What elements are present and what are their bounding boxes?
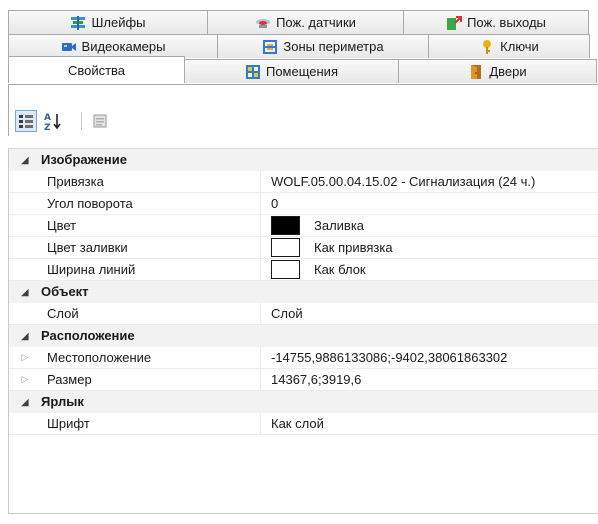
tab-fire-sensors[interactable]: Пож. датчики (207, 10, 404, 34)
collapse-triangle-icon[interactable]: ◢ (9, 397, 41, 408)
property-grid: ◢ Изображение Привязка WOLF.05.00.04.15.… (8, 148, 598, 514)
color-swatch (271, 216, 300, 235)
property-name: Слой (41, 302, 261, 325)
loops-icon (71, 15, 86, 30)
property-row-line-width[interactable]: Ширина линий Как блок (9, 258, 598, 281)
property-value[interactable]: Заливка (261, 215, 364, 237)
property-name: Привязка (41, 170, 261, 193)
tab-label: Ключи (500, 39, 539, 54)
property-row-color[interactable]: Цвет Заливка (9, 214, 598, 237)
tab-label: Пож. выходы (467, 15, 546, 30)
tab-keys[interactable]: Ключи (428, 34, 590, 58)
svg-text:A: A (44, 113, 51, 123)
property-value[interactable]: Слой (261, 303, 303, 325)
property-name: Цвет заливки (41, 236, 261, 259)
tab-row-2: Видеокамеры Зоны периметра Ключи (8, 34, 590, 58)
property-name: Цвет (41, 214, 261, 237)
property-row-position[interactable]: ▷ Местоположение -14755,9886133086;-9402… (9, 346, 598, 369)
tab-label: Зоны периметра (283, 39, 384, 54)
property-pages-icon (93, 114, 107, 128)
category-object[interactable]: ◢ Объект (9, 281, 598, 303)
key-icon (483, 39, 492, 54)
fire-sensor-icon (256, 18, 271, 28)
camera-icon (61, 42, 76, 51)
category-title: Расположение (41, 328, 135, 343)
tab-rooms[interactable]: Помещения (184, 59, 399, 83)
collapse-triangle-icon[interactable]: ◢ (9, 287, 41, 298)
property-value[interactable]: -14755,9886133086;-9402,38061863302 (261, 347, 507, 369)
property-value[interactable]: WOLF.05.00.04.15.02 - Сигнализация (24 ч… (261, 171, 535, 193)
property-pages-button[interactable] (89, 110, 111, 132)
expand-triangle-icon[interactable]: ▷ (9, 374, 41, 385)
category-title: Объект (41, 284, 89, 299)
category-image[interactable]: ◢ Изображение (9, 149, 598, 171)
tab-row-3: Свойства Помещения Двери (8, 56, 597, 83)
expand-triangle-icon[interactable]: ▷ (9, 352, 41, 363)
property-name: Местоположение (41, 346, 261, 369)
collapse-triangle-icon[interactable]: ◢ (9, 331, 41, 342)
toolbar-separator (81, 112, 82, 130)
tab-properties[interactable]: Свойства (8, 56, 185, 83)
tab-label: Пож. датчики (276, 15, 356, 30)
categorized-icon (19, 115, 33, 128)
tab-label: Шлейфы (91, 15, 146, 30)
tab-label: Помещения (265, 64, 338, 79)
tab-label: Двери (489, 64, 527, 79)
property-value-text: Как привязка (314, 239, 393, 255)
property-row-font[interactable]: Шрифт Как слой (9, 412, 598, 435)
property-row-layer[interactable]: Слой Слой (9, 302, 598, 325)
property-value-text: Заливка (314, 217, 365, 233)
category-title: Ярлык (41, 394, 84, 409)
property-value[interactable]: Как блок (261, 259, 366, 281)
property-value[interactable]: Как привязка (261, 237, 393, 259)
fill-swatch (271, 238, 300, 257)
tab-cameras[interactable]: Видеокамеры (8, 34, 218, 58)
property-name: Шрифт (41, 412, 261, 435)
perimeter-icon (263, 39, 278, 54)
property-row-rotation[interactable]: Угол поворота 0 (9, 192, 598, 215)
rooms-icon (245, 64, 260, 79)
fire-exit-icon (447, 15, 463, 30)
property-row-binding[interactable]: Привязка WOLF.05.00.04.15.02 - Сигнализа… (9, 170, 598, 193)
tab-doors[interactable]: Двери (398, 59, 597, 83)
line-swatch (271, 260, 300, 279)
svg-text:Z: Z (44, 123, 51, 131)
tab-perimeter-zones[interactable]: Зоны периметра (217, 34, 429, 58)
category-title: Изображение (41, 152, 127, 167)
sort-az-icon: A Z (44, 113, 61, 131)
property-value-text: Как блок (314, 261, 366, 277)
tab-row-1: Шлейфы Пож. датчики Пож. выходы (8, 10, 589, 34)
tab-fire-outputs[interactable]: Пож. выходы (403, 10, 589, 34)
property-name: Ширина линий (41, 258, 261, 281)
collapse-triangle-icon[interactable]: ◢ (9, 155, 41, 166)
property-value[interactable]: 0 (261, 193, 278, 215)
property-name: Угол поворота (41, 192, 261, 215)
tab-loops[interactable]: Шлейфы (8, 10, 208, 34)
door-icon (471, 64, 482, 79)
property-row-size[interactable]: ▷ Размер 14367,6;3919,6 (9, 368, 598, 391)
property-toolbar: A Z (8, 84, 598, 136)
property-name: Размер (41, 368, 261, 391)
tab-label: Свойства (67, 62, 126, 78)
property-value[interactable]: 14367,6;3919,6 (261, 369, 361, 391)
alphabetical-button[interactable]: A Z (42, 110, 64, 132)
tab-label: Видеокамеры (81, 39, 166, 54)
categorized-button[interactable] (15, 110, 37, 132)
property-value[interactable]: Как слой (261, 413, 324, 435)
category-location[interactable]: ◢ Расположение (9, 325, 598, 347)
property-row-fill-color[interactable]: Цвет заливки Как привязка (9, 236, 598, 259)
category-label[interactable]: ◢ Ярлык (9, 391, 598, 413)
